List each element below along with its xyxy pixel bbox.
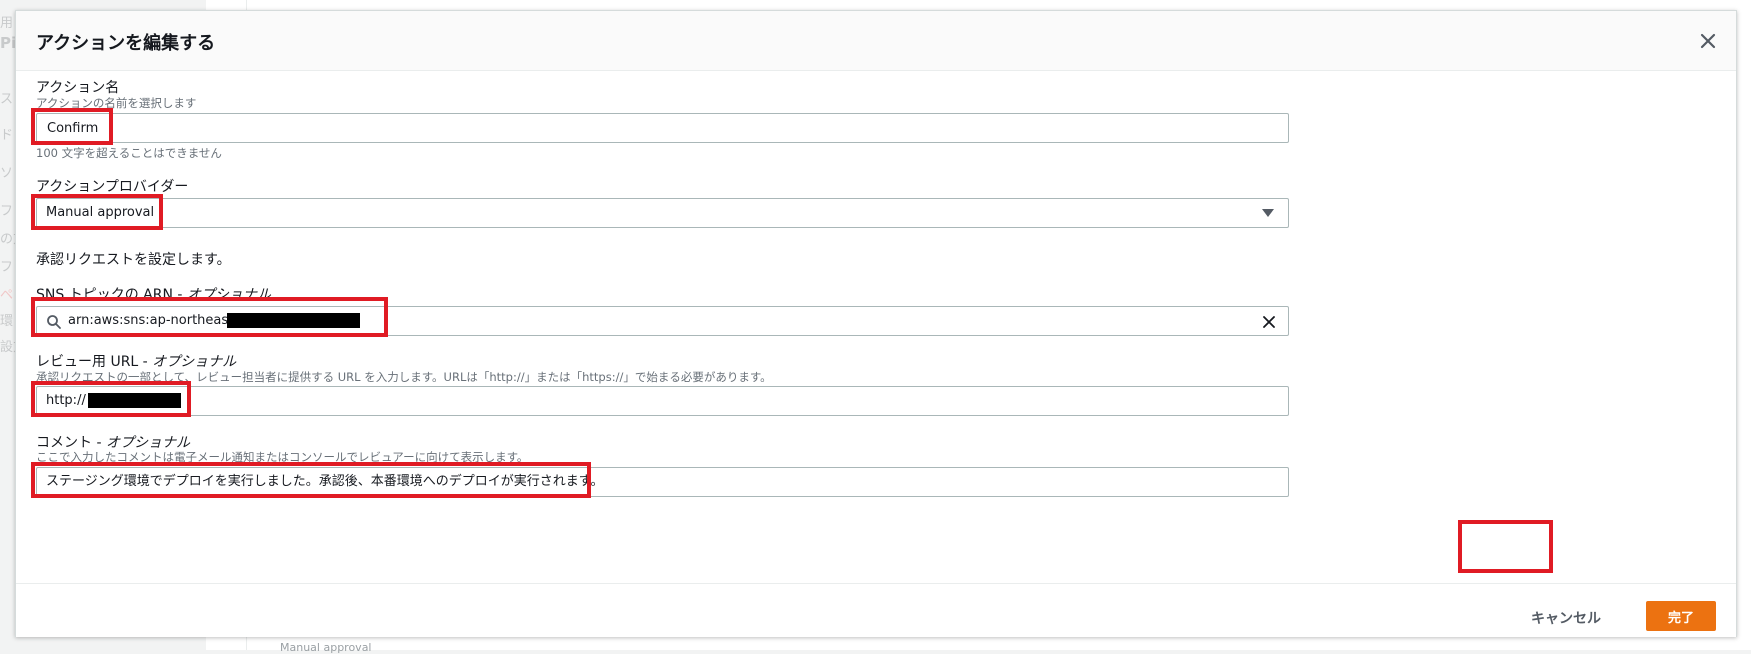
comment-description: ここで入力したコメントは電子メール通知またはコンソールでレビュアーに向けて表示し… [36,450,529,464]
background-label: フ [0,260,14,275]
action-provider-select[interactable]: Manual approval [36,198,1289,228]
modal-footer: キャンセル 完了 [16,583,1736,637]
edit-action-modal: アクションを編集する アクション名 アクションの名前を選択します 100 文字を… [15,10,1737,637]
review-url-description: 承認リクエストの一部として、レビュー担当者に提供する URL を入力します。UR… [36,370,772,384]
background-label: 環 [0,314,14,329]
highlight-box [1458,520,1553,573]
sns-topic-search-input[interactable]: arn:aws:sns:ap-northeast-1: [36,306,1289,336]
action-name-label: アクション名 [36,80,120,96]
done-button[interactable]: 完了 [1646,601,1716,631]
background-label: フ [0,204,14,219]
action-name-constraint: 100 文字を超えることはできません [36,146,222,160]
cancel-button[interactable]: キャンセル [1531,608,1601,628]
approval-section-text: 承認リクエストを設定します。 [36,252,231,268]
review-url-label: レビュー用 URL - オプショナル [36,354,237,370]
redacted-account-id [227,313,360,328]
optional-tag: オプショナル [152,354,237,370]
action-name-description: アクションの名前を選択します [36,96,197,110]
action-name-input[interactable] [36,113,1289,143]
action-provider-value: Manual approval [46,205,155,220]
modal-header: アクションを編集する [16,11,1736,71]
sns-topic-label-text: SNS トピックの ARN [36,287,173,303]
redacted-url [88,393,181,408]
background-label: ソ [0,166,14,181]
background-label: ス [0,92,14,107]
background-label: Pi [0,34,17,52]
close-button[interactable] [1696,29,1720,53]
review-url-label-text: レビュー用 URL [36,354,139,370]
close-icon [1700,33,1716,49]
action-provider-label: アクションプロバイダー [36,179,189,195]
background-footer-text: Manual approval [280,641,372,654]
chevron-down-icon [1262,209,1274,217]
review-url-value: http:// [46,393,86,408]
clear-icon[interactable] [1261,314,1277,330]
background-label: ド [0,128,14,143]
modal-title: アクションを編集する [36,33,216,54]
review-url-input[interactable]: http:// [36,386,1289,416]
sns-topic-label: SNS トピックの ARN - オプショナル [36,287,271,303]
background-label: 用 [0,16,14,31]
optional-tag: オプショナル [186,287,271,303]
sns-topic-value: arn:aws:sns:ap-northeast-1: [68,313,251,328]
comment-value: ステージング環境でデプロイを実行しました。承認後、本番環境へのデプロイが実行され… [46,474,604,489]
search-icon [47,315,61,329]
comment-input[interactable]: ステージング環境でデプロイを実行しました。承認後、本番環境へのデプロイが実行され… [36,467,1289,497]
background-label: ペ [0,288,14,303]
